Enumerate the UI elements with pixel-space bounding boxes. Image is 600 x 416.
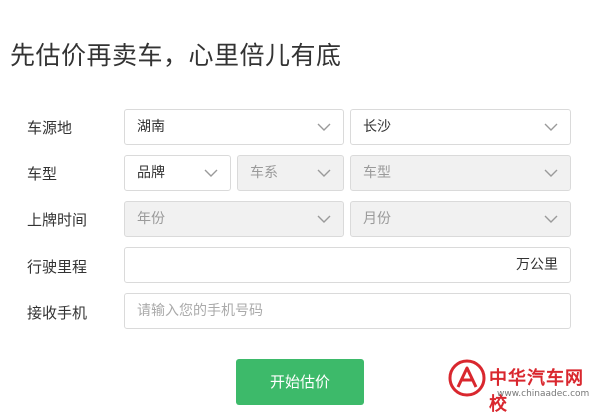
brand-value: 品牌 <box>137 165 165 181</box>
city-select[interactable]: 长沙 <box>350 109 571 145</box>
phone-input[interactable] <box>125 294 570 328</box>
year-select[interactable]: 年份 <box>124 201 344 237</box>
phone-label: 接收手机 <box>27 304 88 322</box>
chevron-down-icon <box>317 123 331 131</box>
province-select[interactable]: 湖南 <box>124 109 344 145</box>
chevron-down-icon <box>544 215 558 223</box>
mileage-input[interactable]: 万公里 <box>124 247 571 283</box>
province-value: 湖南 <box>137 119 165 135</box>
city-value: 长沙 <box>363 119 391 135</box>
month-value: 月份 <box>363 211 391 227</box>
chevron-down-icon <box>544 169 558 177</box>
start-valuation-button[interactable]: 开始估价 <box>236 359 364 405</box>
chinaadec-logo-icon <box>448 359 486 397</box>
chevron-down-icon <box>317 215 331 223</box>
location-label: 车源地 <box>27 119 73 137</box>
brand-select[interactable]: 品牌 <box>124 155 231 191</box>
phone-field <box>124 293 571 329</box>
model-select[interactable]: 车型 <box>350 155 571 191</box>
series-select[interactable]: 车系 <box>237 155 344 191</box>
chevron-down-icon <box>317 169 331 177</box>
month-select[interactable]: 月份 <box>350 201 571 237</box>
mileage-unit: 万公里 <box>516 257 558 273</box>
model-label: 车型 <box>27 165 58 183</box>
series-value: 车系 <box>250 165 278 181</box>
watermark: 中华汽车网校 www.chinaadec.com <box>447 356 597 415</box>
model-value: 车型 <box>363 165 391 181</box>
year-value: 年份 <box>137 211 165 227</box>
watermark-url: www.chinaadec.com <box>497 389 590 399</box>
chevron-down-icon <box>204 169 218 177</box>
mileage-label: 行驶里程 <box>27 258 88 276</box>
registration-label: 上牌时间 <box>27 211 88 229</box>
page-title: 先估价再卖车，心里倍儿有底 <box>10 41 342 70</box>
chevron-down-icon <box>544 123 558 131</box>
